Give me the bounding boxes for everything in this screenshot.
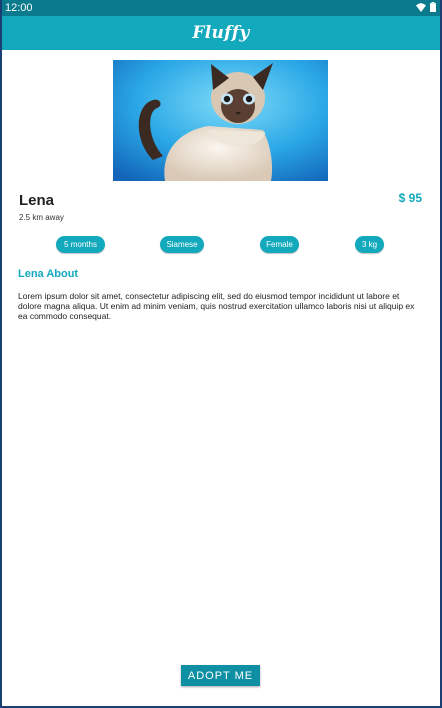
status-icons bbox=[416, 2, 436, 12]
about-title: Lena About bbox=[18, 268, 79, 280]
app-bar: Fluffy bbox=[0, 16, 442, 50]
app-title: Fluffy bbox=[192, 23, 250, 43]
pet-photo bbox=[113, 60, 328, 181]
status-time: 12:00 bbox=[5, 2, 33, 14]
chip-breed: Siamese bbox=[160, 236, 204, 253]
battery-icon bbox=[430, 2, 436, 12]
adopt-button[interactable]: ADOPT ME bbox=[181, 665, 260, 686]
wifi-icon bbox=[416, 2, 426, 12]
about-text: Lorem ipsum dolor sit amet, consectetur … bbox=[18, 291, 415, 321]
status-bar: 12:00 bbox=[0, 0, 442, 16]
pet-price: $ 95 bbox=[398, 191, 422, 205]
pet-name: Lena bbox=[19, 192, 55, 209]
chip-weight: 3 kg bbox=[355, 236, 384, 253]
siamese-cat-photo bbox=[113, 60, 328, 181]
chip-age: 5 months bbox=[56, 236, 105, 253]
pet-distance: 2.5 km away bbox=[19, 213, 64, 222]
chip-gender: Female bbox=[260, 236, 299, 253]
